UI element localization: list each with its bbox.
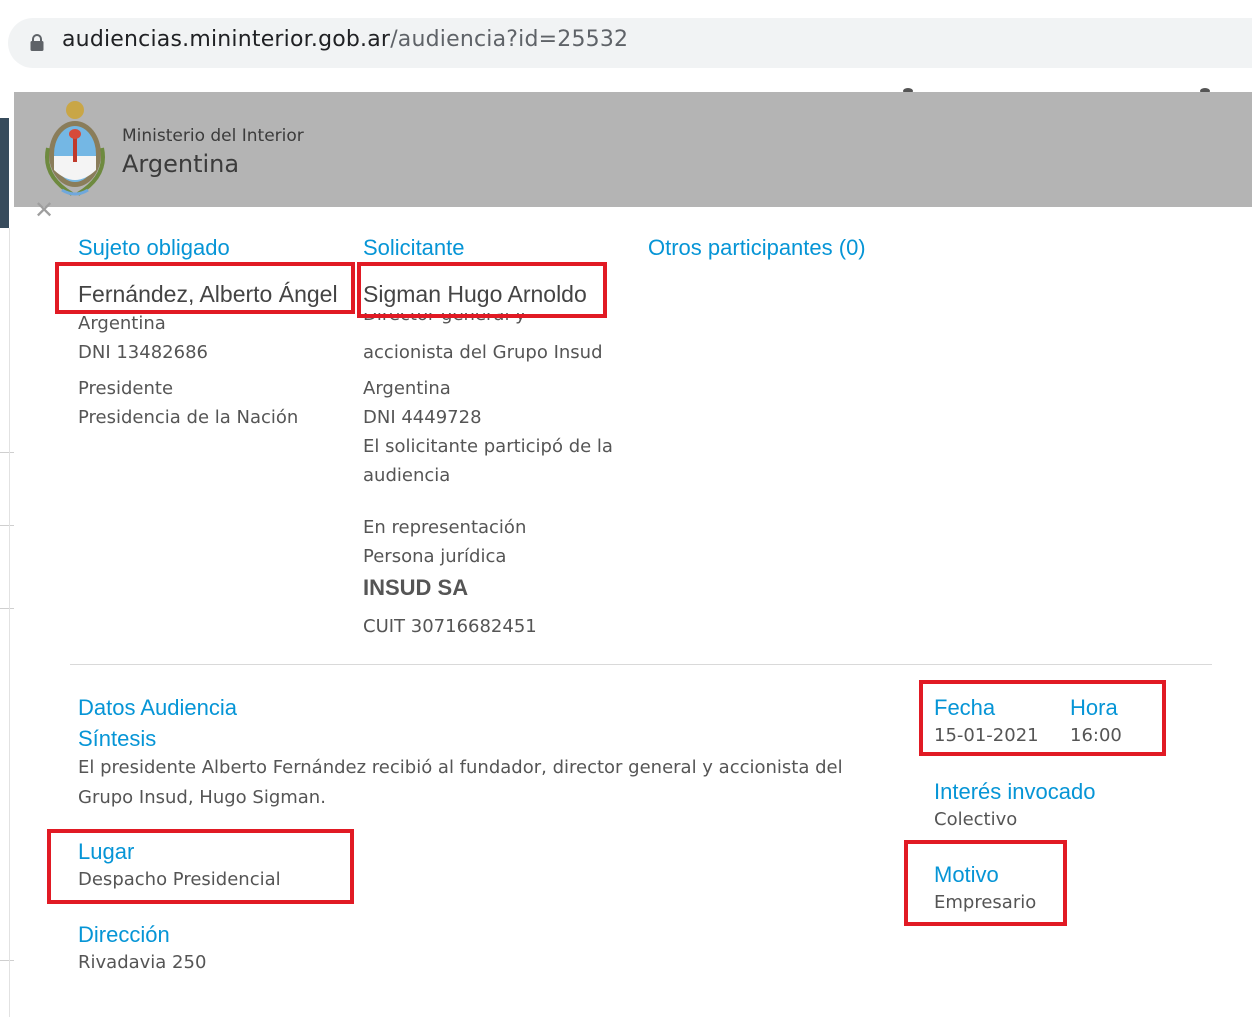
highlight-box-solicitante-name <box>357 262 607 318</box>
solicitante-country: Argentina <box>363 378 451 399</box>
interes-value: Colectivo <box>934 809 1018 830</box>
solicitante-participation-line1: El solicitante participó de la <box>363 436 613 457</box>
sujeto-organismo: Presidencia de la Nación <box>78 407 299 428</box>
background-divider <box>0 452 14 453</box>
background-border <box>9 228 10 1017</box>
solicitante-company: INSUD SA <box>363 575 469 600</box>
sintesis-label: Síntesis <box>78 726 157 751</box>
background-divider <box>0 960 14 961</box>
ministry-name: Ministerio del Interior <box>122 126 304 146</box>
sintesis-line2: Grupo Insud, Hugo Sigman. <box>78 787 326 808</box>
solicitante-persona: Persona jurídica <box>363 546 507 567</box>
direccion-value: Rivadavia 250 <box>78 952 207 973</box>
lock-icon <box>30 34 44 51</box>
sujeto-country: Argentina <box>78 313 166 334</box>
solicitante-participation-line2: audiencia <box>363 465 451 486</box>
url-path: /audiencia?id=25532 <box>390 27 629 52</box>
solicitante-heading: Solicitante <box>363 235 465 260</box>
solicitante-representation: En representación <box>363 517 527 538</box>
url-text[interactable]: audiencias.mininterior.gob.ar/audiencia?… <box>62 27 628 52</box>
sujeto-dni: DNI 13482686 <box>78 342 208 363</box>
highlight-box-sujeto-name <box>55 262 355 314</box>
direccion-label: Dirección <box>78 922 170 947</box>
section-divider <box>70 664 1212 665</box>
background-sidebar-strip <box>0 118 9 228</box>
sujeto-obligado-heading: Sujeto obligado <box>78 235 230 260</box>
solicitante-dni: DNI 4449728 <box>363 407 482 428</box>
otros-participantes-link[interactable]: Otros participantes (0) <box>648 235 866 261</box>
datos-audiencia-heading: Datos Audiencia <box>78 695 237 720</box>
sintesis-line1: El presidente Alberto Fernández recibió … <box>78 757 843 778</box>
highlight-box-fecha-hora <box>919 680 1166 756</box>
solicitante-role-line2: accionista del Grupo Insud <box>363 342 603 363</box>
background-divider <box>0 525 14 526</box>
solicitante-cuit: CUIT 30716682451 <box>363 616 537 637</box>
sujeto-cargo: Presidente <box>78 378 174 399</box>
country-name: Argentina <box>122 150 240 178</box>
interes-label: Interés invocado <box>934 779 1096 804</box>
url-host: audiencias.mininterior.gob.ar <box>62 27 391 52</box>
ministry-header: Ministerio del Interior Argentina <box>14 92 1252 207</box>
background-divider <box>0 608 14 609</box>
highlight-box-lugar <box>47 829 354 904</box>
close-icon[interactable]: ✕ <box>34 198 54 222</box>
national-crest-logo <box>45 101 105 196</box>
highlight-box-motivo <box>904 840 1067 926</box>
